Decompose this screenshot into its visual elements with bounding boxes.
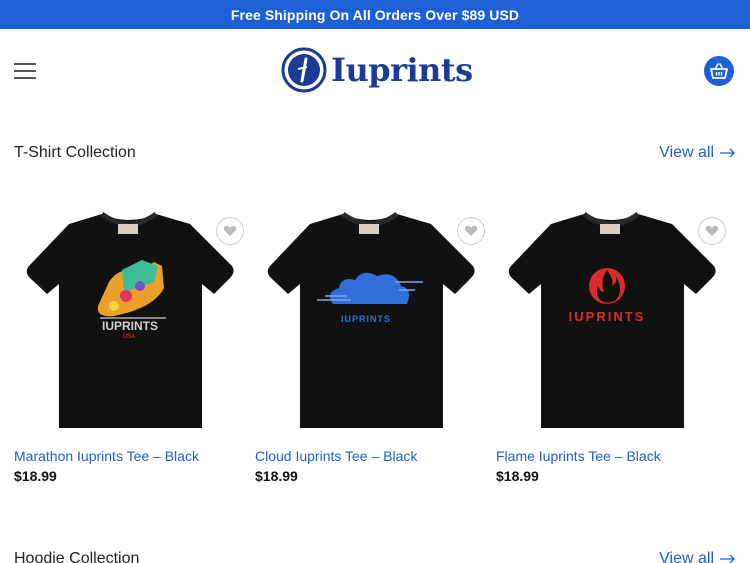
view-all-label: View all: [659, 550, 714, 563]
product-image-cloud[interactable]: IUPRINTS: [255, 200, 485, 438]
product-image-flame[interactable]: IUPRINTS: [496, 200, 726, 438]
wishlist-heart-icon[interactable]: [457, 217, 485, 245]
product-name-link[interactable]: Flame Iuprints Tee – Black: [496, 448, 726, 464]
announcement-bar: Free Shipping On All Orders Over $89 USD: [0, 0, 750, 29]
view-all-label: View all: [659, 144, 714, 161]
product-price: $18.99: [14, 468, 57, 484]
svg-text:USA: USA: [123, 334, 135, 340]
product-card-cloud: IUPRINTS Cloud Iuprints Tee – Black $18.…: [255, 200, 485, 484]
site-header: Iuprints: [0, 29, 750, 111]
logo-mark-icon: [281, 47, 327, 93]
wishlist-heart-icon[interactable]: [698, 217, 726, 245]
svg-text:IUPRINTS: IUPRINTS: [569, 309, 646, 324]
print-logo-cloud: IUPRINTS: [341, 314, 391, 324]
product-name-link[interactable]: Cloud Iuprints Tee – Black: [255, 448, 485, 464]
section-title-tshirts: T-Shirt Collection: [14, 144, 136, 161]
section-title-hoodies: Hoodie Collection: [14, 550, 140, 563]
print-logo-flame: IUPRINTS: [569, 309, 646, 324]
svg-text:IUPRINTS: IUPRINTS: [341, 314, 391, 324]
view-all-hoodies-link[interactable]: View all: [659, 550, 736, 563]
cart-button[interactable]: [704, 56, 734, 86]
logo-text: Iuprints: [331, 51, 473, 89]
product-price: $18.99: [255, 468, 298, 484]
product-image-marathon[interactable]: IUPRINTS USA: [14, 200, 244, 438]
arrow-right-icon: [720, 554, 735, 563]
wishlist-heart-icon[interactable]: [216, 217, 244, 245]
print-sub-marathon: USA: [123, 334, 135, 340]
announcement-text: Free Shipping On All Orders Over $89 USD: [230, 6, 520, 23]
view-all-tshirts-link[interactable]: View all: [659, 144, 736, 162]
hamburger-menu-icon[interactable]: [14, 63, 36, 79]
arrow-right-icon: [720, 148, 735, 158]
product-name-link[interactable]: Marathon Iuprints Tee – Black: [14, 448, 244, 464]
product-card-marathon: IUPRINTS USA Marathon Iuprints Tee – Bla…: [14, 200, 244, 484]
site-logo[interactable]: Iuprints: [281, 47, 473, 93]
basket-icon: [710, 63, 728, 79]
product-price: $18.99: [496, 468, 539, 484]
product-card-flame: IUPRINTS Flame Iuprints Tee – Black $18.…: [496, 200, 726, 484]
